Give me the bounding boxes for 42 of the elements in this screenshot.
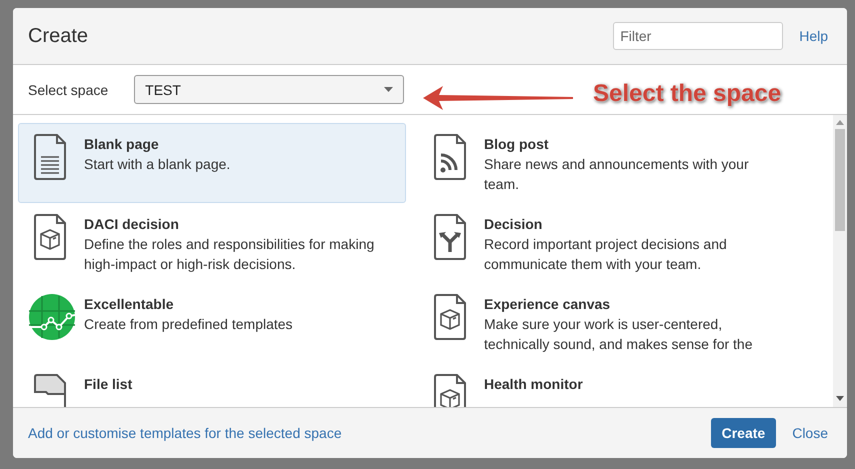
- space-dropdown[interactable]: TEST: [134, 75, 404, 104]
- template-title: Blank page: [84, 135, 160, 154]
- box-document-icon: [34, 214, 66, 260]
- rss-document-icon: [434, 134, 466, 180]
- template-title: Health monitor: [484, 375, 584, 394]
- scrollbar-thumb[interactable]: [835, 129, 845, 231]
- template-item[interactable]: DACI decision Define the roles and responsibilities for making high-impact or high-risk decisions.: [18, 203, 406, 283]
- document-icon: [34, 134, 66, 180]
- template-description: Make sure your work is user-centered, technically sound, and makes sense for the: [484, 315, 754, 354]
- template-item[interactable]: Health monitor: [418, 363, 806, 407]
- template-description: Share news and announcements with your team.: [484, 155, 750, 194]
- dialog-title: Create: [28, 24, 90, 48]
- select-space-label: Select space: [28, 82, 108, 98]
- template-title: DACI decision: [84, 215, 180, 234]
- template-title: Decision: [484, 215, 544, 234]
- template-item[interactable]: Blog post Share news and announcements with your team.: [418, 123, 806, 203]
- annotation-text: Select the space: [593, 80, 782, 108]
- customise-templates-link[interactable]: Add or customise templates for the selected space: [28, 425, 342, 441]
- close-link[interactable]: Close: [792, 425, 828, 441]
- box-document-icon: [434, 294, 466, 340]
- template-description: Record important project decisions and communicate them with your team.: [484, 235, 728, 274]
- create-button[interactable]: Create: [710, 418, 776, 448]
- scroll-up-icon[interactable]: [836, 120, 844, 125]
- filter-field[interactable]: Filter: [613, 22, 784, 50]
- template-item[interactable]: Experience canvas Make sure your work is user-centered, technically sound, and makes sense for the: [418, 283, 806, 363]
- template-item[interactable]: Decision Record important project decisions and communicate them with your team.: [418, 203, 806, 283]
- box-document-icon: [434, 374, 466, 407]
- template-item[interactable]: Excellentable Create from predefined templates: [18, 283, 406, 363]
- template-item[interactable]: Blank page Start with a blank page.: [18, 123, 406, 203]
- help-link[interactable]: Help: [799, 28, 828, 44]
- caret-icon: [384, 87, 394, 92]
- split-arrow-document-icon: [434, 214, 466, 260]
- template-title: Excellentable: [84, 295, 174, 314]
- scroll-down-icon[interactable]: [836, 396, 844, 401]
- scrollbar[interactable]: [833, 115, 847, 407]
- template-description: Create from predefined templates: [84, 315, 294, 334]
- template-description: Define the roles and responsibilities for making high-impact or high-risk decisions.: [84, 235, 376, 274]
- template-description: Start with a blank page.: [84, 155, 232, 174]
- template-title: Experience canvas: [484, 295, 612, 314]
- template-title: File list: [84, 375, 134, 394]
- template-title: Blog post: [484, 135, 550, 154]
- spreadsheet-chart-icon: [29, 294, 75, 340]
